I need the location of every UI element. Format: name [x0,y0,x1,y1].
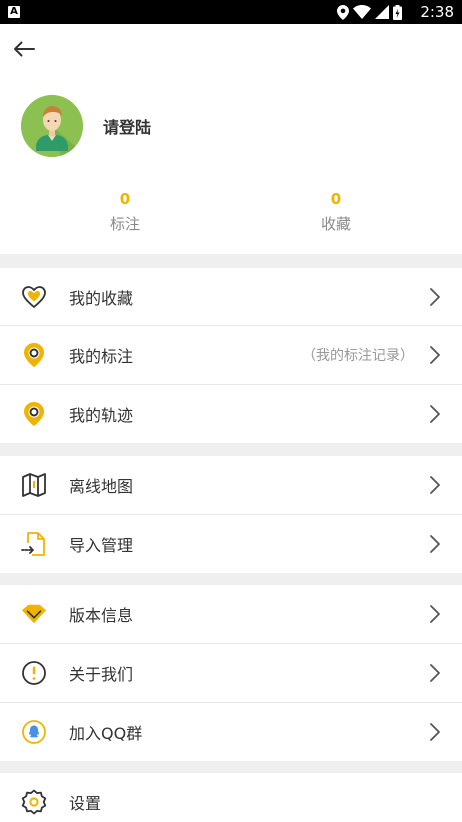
signal-icon [375,5,389,19]
chevron-right-icon [430,346,440,364]
menu-item-label: 我的轨迹 [69,406,134,425]
login-prompt[interactable]: 请登陆 [103,114,151,138]
menu-item-label: 加入QQ群 [69,724,143,743]
stat-annotations-count: 0 [119,190,131,208]
section-divider [0,443,462,456]
menu-item-label: 关于我们 [69,665,134,684]
menu-item-label: 设置 [69,794,102,813]
qq-icon [21,719,47,745]
map-pin-icon [21,401,47,427]
user-avatar-icon [21,95,83,157]
heart-icon [21,284,47,310]
battery-icon [393,4,402,20]
file-import-icon [21,531,47,557]
menu-item-label: 导入管理 [69,536,134,555]
profile-header[interactable]: 请登陆 [21,95,151,157]
chevron-right-icon [430,535,440,553]
chevron-right-icon [430,476,440,494]
menu-item-my-annotations[interactable]: 我的标注 （我的标注记录） [0,326,462,384]
back-button[interactable] [10,36,38,62]
status-bar: A 2:38 [0,0,462,24]
location-icon [337,4,349,20]
stat-annotations[interactable]: 0 标注 [65,190,185,234]
section-divider [0,761,462,773]
menu-item-join-qq-group[interactable]: 加入QQ群 [0,703,462,761]
stat-favorites[interactable]: 0 收藏 [276,190,396,234]
menu-item-offline-maps[interactable]: 离线地图 [0,456,462,514]
system-icons [337,4,402,20]
menu-item-settings[interactable]: 设置 [0,773,462,822]
menu-item-label: 离线地图 [69,477,134,496]
stat-favorites-label: 收藏 [320,215,351,233]
map-pin-icon [21,342,47,368]
stat-annotations-label: 标注 [109,215,140,233]
wifi-icon [353,5,371,19]
chevron-right-icon [430,664,440,682]
section-divider [0,573,462,585]
menu-item-version-info[interactable]: 版本信息 [0,585,462,643]
arrow-left-icon [14,41,35,57]
menu-item-label: 我的收藏 [69,289,134,308]
clock: 2:38 [420,3,454,21]
stat-favorites-count: 0 [330,190,342,208]
avatar[interactable] [21,95,83,157]
menu-item-about-us[interactable]: 关于我们 [0,644,462,702]
menu-item-label: 版本信息 [69,606,134,625]
menu-item-import-management[interactable]: 导入管理 [0,515,462,573]
menu-item-label: 我的标注 [69,347,134,366]
chevron-right-icon [430,605,440,623]
chevron-right-icon [430,405,440,423]
diamond-icon [21,601,47,627]
info-icon [21,660,47,686]
notification-icon: A [8,6,20,18]
menu-item-my-tracks[interactable]: 我的轨迹 [0,385,462,443]
map-icon [21,472,47,498]
gear-icon [21,789,47,815]
menu-item-my-favorites[interactable]: 我的收藏 [0,268,462,326]
chevron-right-icon [430,723,440,741]
section-divider [0,254,462,268]
chevron-right-icon [430,288,440,306]
menu-item-hint: （我的标注记录） [302,348,414,364]
